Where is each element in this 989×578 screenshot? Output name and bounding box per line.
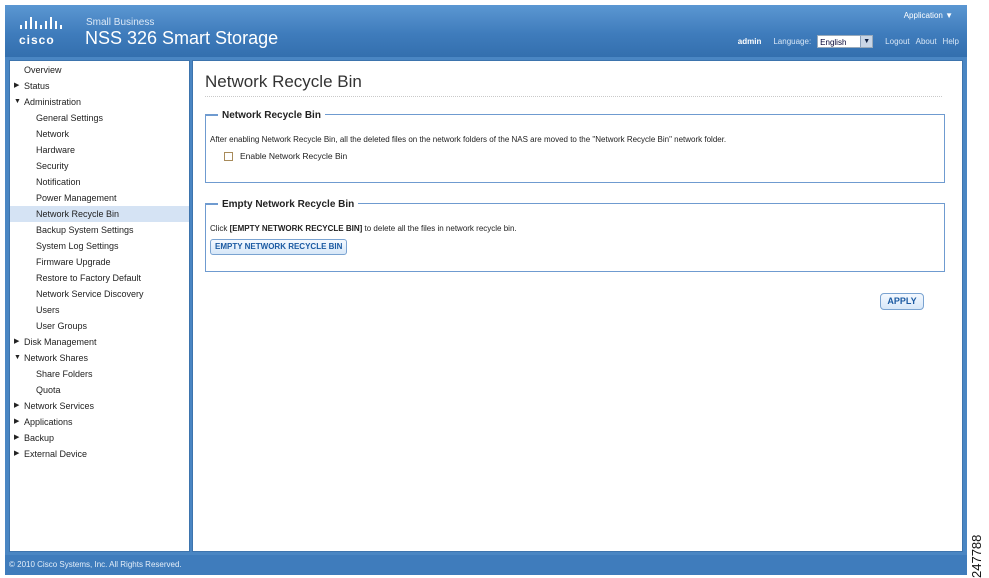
main-content: Network Recycle Bin Network Recycle Bin … bbox=[192, 60, 963, 552]
sidebar-item-label: Backup System Settings bbox=[36, 225, 134, 235]
cisco-wordmark: cisco bbox=[19, 33, 55, 47]
caret-down-icon[interactable]: ▼ bbox=[14, 94, 21, 110]
sidebar-item-network-service-discovery[interactable]: Network Service Discovery bbox=[10, 286, 189, 302]
recycle-bin-section: Network Recycle Bin After enabling Netwo… bbox=[205, 109, 945, 183]
header-toolbar: admin Language: English ▼ Logout About H… bbox=[738, 34, 959, 48]
sidebar-item-backup[interactable]: ▶ Backup bbox=[10, 430, 189, 446]
sidebar-item-external-device[interactable]: ▶ External Device bbox=[10, 446, 189, 462]
sidebar-item-power-management[interactable]: Power Management bbox=[10, 190, 189, 206]
caret-right-icon[interactable]: ▶ bbox=[14, 398, 19, 414]
sidebar-item-label: Restore to Factory Default bbox=[36, 273, 142, 283]
application-menu[interactable]: Application ▼ bbox=[904, 11, 953, 20]
caret-down-icon[interactable]: ▼ bbox=[14, 350, 21, 366]
sidebar-item-label: Network Services bbox=[24, 401, 95, 411]
product-name: NSS 326 Smart Storage bbox=[85, 28, 279, 48]
sidebar-item-disk-management[interactable]: ▶ Disk Management bbox=[10, 334, 189, 350]
sidebar-nav: Overview ▶ Status ▼ Administration General… bbox=[9, 60, 190, 552]
enable-recycle-bin-label[interactable]: Enable Network Recycle Bin bbox=[240, 151, 347, 161]
current-user: admin bbox=[737, 36, 762, 46]
chevron-down-icon[interactable]: ▼ bbox=[860, 35, 873, 47]
enable-recycle-bin-checkbox[interactable] bbox=[224, 151, 233, 161]
sidebar-item-label: Notification bbox=[36, 177, 81, 187]
sidebar-item-users[interactable]: Users bbox=[10, 302, 189, 318]
sidebar-item-backup-system-settings[interactable]: Backup System Settings bbox=[10, 222, 189, 238]
sidebar-item-label: Power Management bbox=[36, 193, 117, 203]
figure-id: 247788 bbox=[969, 534, 984, 578]
sidebar-item-label: Users bbox=[36, 305, 60, 315]
sidebar-item-notification[interactable]: Notification bbox=[10, 174, 189, 190]
sidebar-item-firmware-upgrade[interactable]: Firmware Upgrade bbox=[10, 254, 189, 270]
sidebar-item-label: Backup bbox=[24, 433, 55, 443]
sidebar-item-restore-factory-default[interactable]: Restore to Factory Default bbox=[10, 270, 189, 286]
sidebar-item-label: Applications bbox=[24, 417, 73, 427]
sidebar-item-label: Administration bbox=[24, 97, 82, 107]
sidebar-item-status[interactable]: ▶ Status bbox=[10, 78, 189, 94]
sidebar-item-network-services[interactable]: ▶ Network Services bbox=[10, 398, 189, 414]
small-business-label: Small Business bbox=[86, 17, 155, 28]
caret-right-icon[interactable]: ▶ bbox=[14, 446, 19, 462]
sidebar-item-hardware[interactable]: Hardware bbox=[10, 142, 189, 158]
recycle-bin-section-legend: Network Recycle Bin bbox=[206, 108, 325, 122]
sidebar-item-share-folders[interactable]: Share Folders bbox=[10, 366, 189, 382]
sidebar-item-label: Disk Management bbox=[24, 337, 97, 347]
sidebar-item-label: General Settings bbox=[36, 113, 104, 123]
sidebar-item-label: Security bbox=[36, 161, 69, 171]
caret-right-icon[interactable]: ▶ bbox=[14, 334, 19, 350]
sidebar-item-label: Hardware bbox=[36, 145, 76, 155]
recycle-bin-description: After enabling Network Recycle Bin, all … bbox=[210, 135, 727, 144]
empty-recycle-bin-section-legend: Empty Network Recycle Bin bbox=[206, 197, 359, 211]
title-divider bbox=[205, 96, 942, 97]
caret-right-icon[interactable]: ▶ bbox=[14, 78, 19, 94]
sidebar-item-network[interactable]: Network bbox=[10, 126, 189, 142]
sidebar-item-label: Share Folders bbox=[36, 369, 93, 379]
logout-link[interactable]: Logout bbox=[885, 37, 909, 46]
empty-recycle-bin-button[interactable]: EMPTY NETWORK RECYCLE BIN bbox=[210, 239, 348, 255]
cisco-logo: cisco bbox=[19, 15, 79, 51]
caret-right-icon[interactable]: ▶ bbox=[14, 414, 19, 430]
apply-button[interactable]: APPLY bbox=[880, 293, 924, 310]
sidebar-item-label: Status bbox=[24, 81, 50, 91]
sidebar-item-label: User Groups bbox=[36, 321, 88, 331]
cisco-logo-bars-icon bbox=[20, 15, 72, 29]
footer-bar: © 2010 Cisco Systems, Inc. All Rights Re… bbox=[5, 555, 967, 575]
sidebar-item-security[interactable]: Security bbox=[10, 158, 189, 174]
app-window: cisco Small Business NSS 326 Smart Stora… bbox=[5, 5, 967, 575]
sidebar-item-user-groups[interactable]: User Groups bbox=[10, 318, 189, 334]
enable-recycle-bin-row[interactable]: Enable Network Recycle Bin bbox=[224, 151, 347, 161]
sidebar-item-label: Network bbox=[36, 129, 70, 139]
sidebar-item-overview[interactable]: Overview bbox=[10, 62, 189, 78]
about-link[interactable]: About bbox=[916, 37, 937, 46]
sidebar-item-label: External Device bbox=[24, 449, 88, 459]
sidebar-item-label: Network Shares bbox=[24, 353, 89, 363]
empty-recycle-bin-section: Empty Network Recycle Bin Click [EMPTY N… bbox=[205, 198, 945, 272]
language-label: Language: bbox=[773, 36, 812, 46]
page-title: Network Recycle Bin bbox=[205, 72, 362, 91]
sidebar-item-applications[interactable]: ▶ Applications bbox=[10, 414, 189, 430]
sidebar-item-label: System Log Settings bbox=[36, 241, 119, 251]
sidebar-item-label: Overview bbox=[24, 65, 62, 75]
sidebar-item-label: Network Recycle Bin bbox=[36, 209, 120, 219]
sidebar-item-label: Quota bbox=[36, 385, 61, 395]
header-bar: cisco Small Business NSS 326 Smart Stora… bbox=[5, 5, 967, 57]
sidebar-item-general-settings[interactable]: General Settings bbox=[10, 110, 189, 126]
caret-right-icon[interactable]: ▶ bbox=[14, 430, 19, 446]
sidebar-item-network-recycle-bin[interactable]: Network Recycle Bin bbox=[10, 206, 189, 222]
help-link[interactable]: Help bbox=[943, 37, 959, 46]
sidebar-item-label: Network Service Discovery bbox=[36, 289, 144, 299]
sidebar-item-quota[interactable]: Quota bbox=[10, 382, 189, 398]
language-select-value: English bbox=[820, 37, 847, 47]
language-select[interactable]: English ▼ bbox=[817, 34, 874, 48]
sidebar-item-system-log-settings[interactable]: System Log Settings bbox=[10, 238, 189, 254]
empty-recycle-bin-description: Click [EMPTY NETWORK RECYCLE BIN] to del… bbox=[210, 224, 517, 233]
sidebar-item-administration[interactable]: ▼ Administration bbox=[10, 94, 189, 110]
sidebar-item-label: Firmware Upgrade bbox=[36, 257, 111, 267]
sidebar-item-network-shares[interactable]: ▼ Network Shares bbox=[10, 350, 189, 366]
copyright-text: © 2010 Cisco Systems, Inc. All Rights Re… bbox=[9, 560, 182, 569]
